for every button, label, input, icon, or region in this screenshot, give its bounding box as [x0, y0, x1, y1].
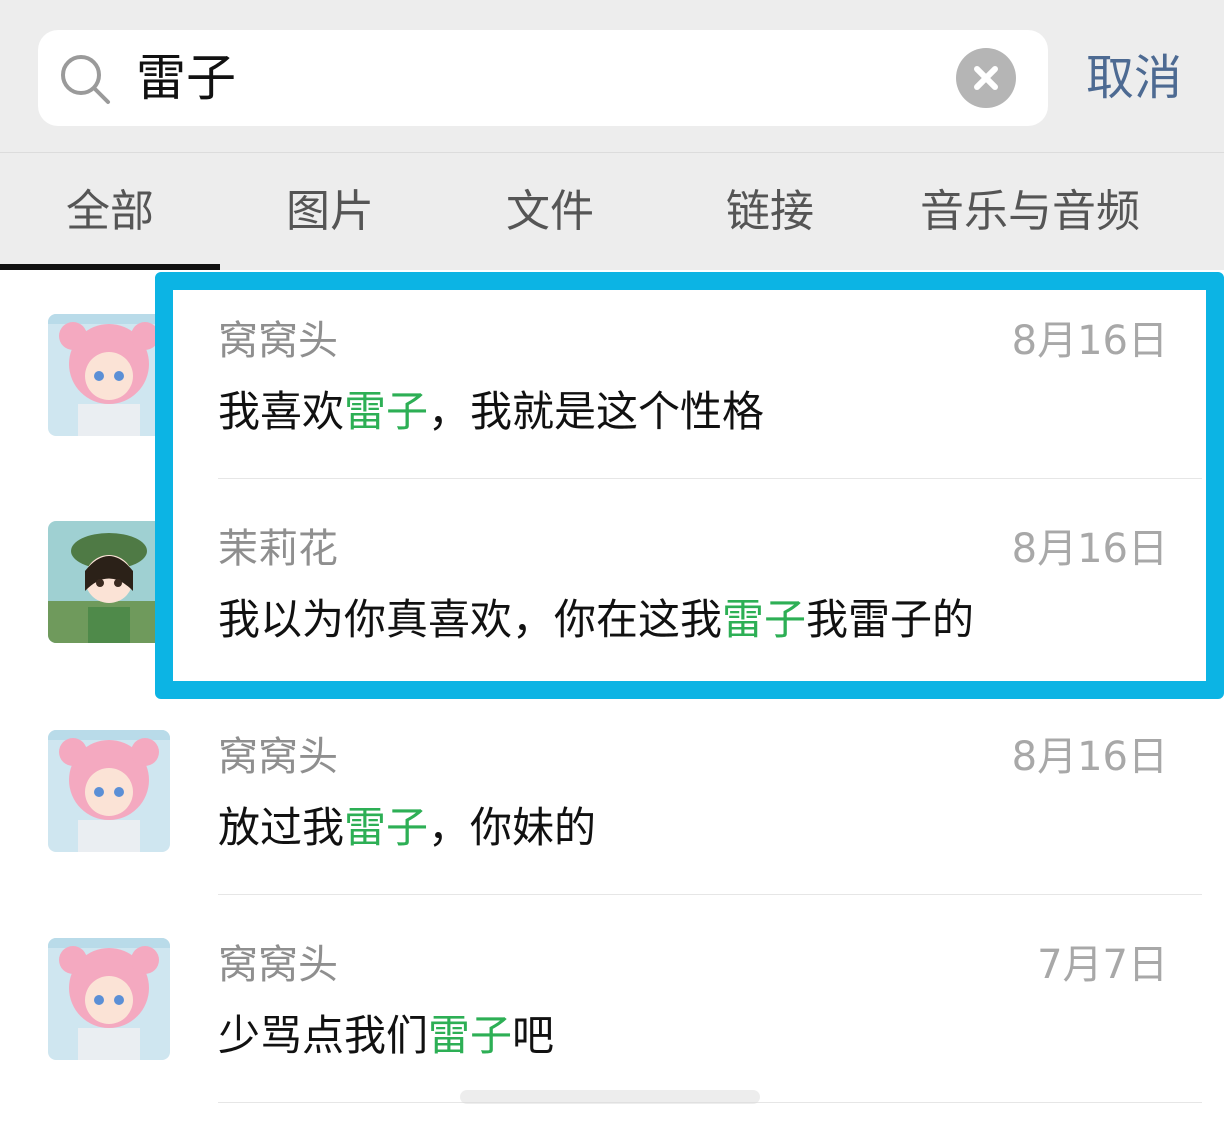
message-preview: 我以为你真喜欢，你在这我雷子我雷子的 — [218, 595, 975, 644]
avatar[interactable] — [48, 314, 170, 436]
list-item[interactable]: 茉莉花 8月16日 我以为你真喜欢，你在这我雷子我雷子的 — [0, 478, 1224, 686]
search-highlight: 雷子 — [722, 595, 807, 644]
search-highlight: 雷子 — [428, 1011, 513, 1060]
search-query-text[interactable]: 雷子 — [136, 48, 236, 108]
search-header: 雷子 取消 全部 图片 文件 链接 音乐与音频 — [0, 0, 1224, 270]
search-icon — [61, 55, 110, 104]
close-icon — [974, 66, 998, 90]
message-preview: 放过我雷子，你妹的 — [218, 803, 597, 852]
message-date: 8月16日 — [1011, 318, 1168, 364]
clear-search-button[interactable] — [956, 48, 1016, 108]
list-item[interactable]: 窝窝头 8月16日 放过我雷子，你妹的 — [0, 686, 1224, 895]
tab-files[interactable]: 文件 — [506, 182, 594, 242]
avatar[interactable] — [48, 521, 170, 643]
message-date: 8月16日 — [1011, 526, 1168, 572]
sender-name: 茉莉花 — [218, 526, 338, 572]
cancel-button[interactable]: 取消 — [1086, 46, 1182, 110]
tab-all[interactable]: 全部 — [66, 182, 154, 242]
message-preview: 少骂点我们雷子吧 — [218, 1011, 555, 1060]
avatar[interactable] — [48, 938, 170, 1060]
tab-music-audio[interactable]: 音乐与音频 — [920, 182, 1140, 242]
tab-images[interactable]: 图片 — [286, 182, 374, 242]
watermark-strip — [460, 1090, 760, 1104]
list-item[interactable]: 窝窝头 8月16日 我喜欢雷子，我就是这个性格 — [0, 270, 1224, 479]
divider — [0, 152, 1224, 153]
avatar[interactable] — [48, 730, 170, 852]
message-date: 8月16日 — [1011, 734, 1168, 780]
search-highlight: 雷子 — [344, 387, 429, 436]
list-item[interactable]: 窝窝头 7月7日 少骂点我们雷子吧 — [0, 894, 1224, 1103]
sender-name: 窝窝头 — [218, 318, 338, 364]
message-preview: 我喜欢雷子，我就是这个性格 — [218, 387, 765, 436]
sender-name: 窝窝头 — [218, 734, 338, 780]
search-input[interactable]: 雷子 — [38, 30, 1048, 126]
message-date: 7月7日 — [1037, 942, 1168, 988]
sender-name: 窝窝头 — [218, 942, 338, 988]
tab-links[interactable]: 链接 — [726, 182, 814, 242]
search-highlight: 雷子 — [344, 803, 429, 852]
